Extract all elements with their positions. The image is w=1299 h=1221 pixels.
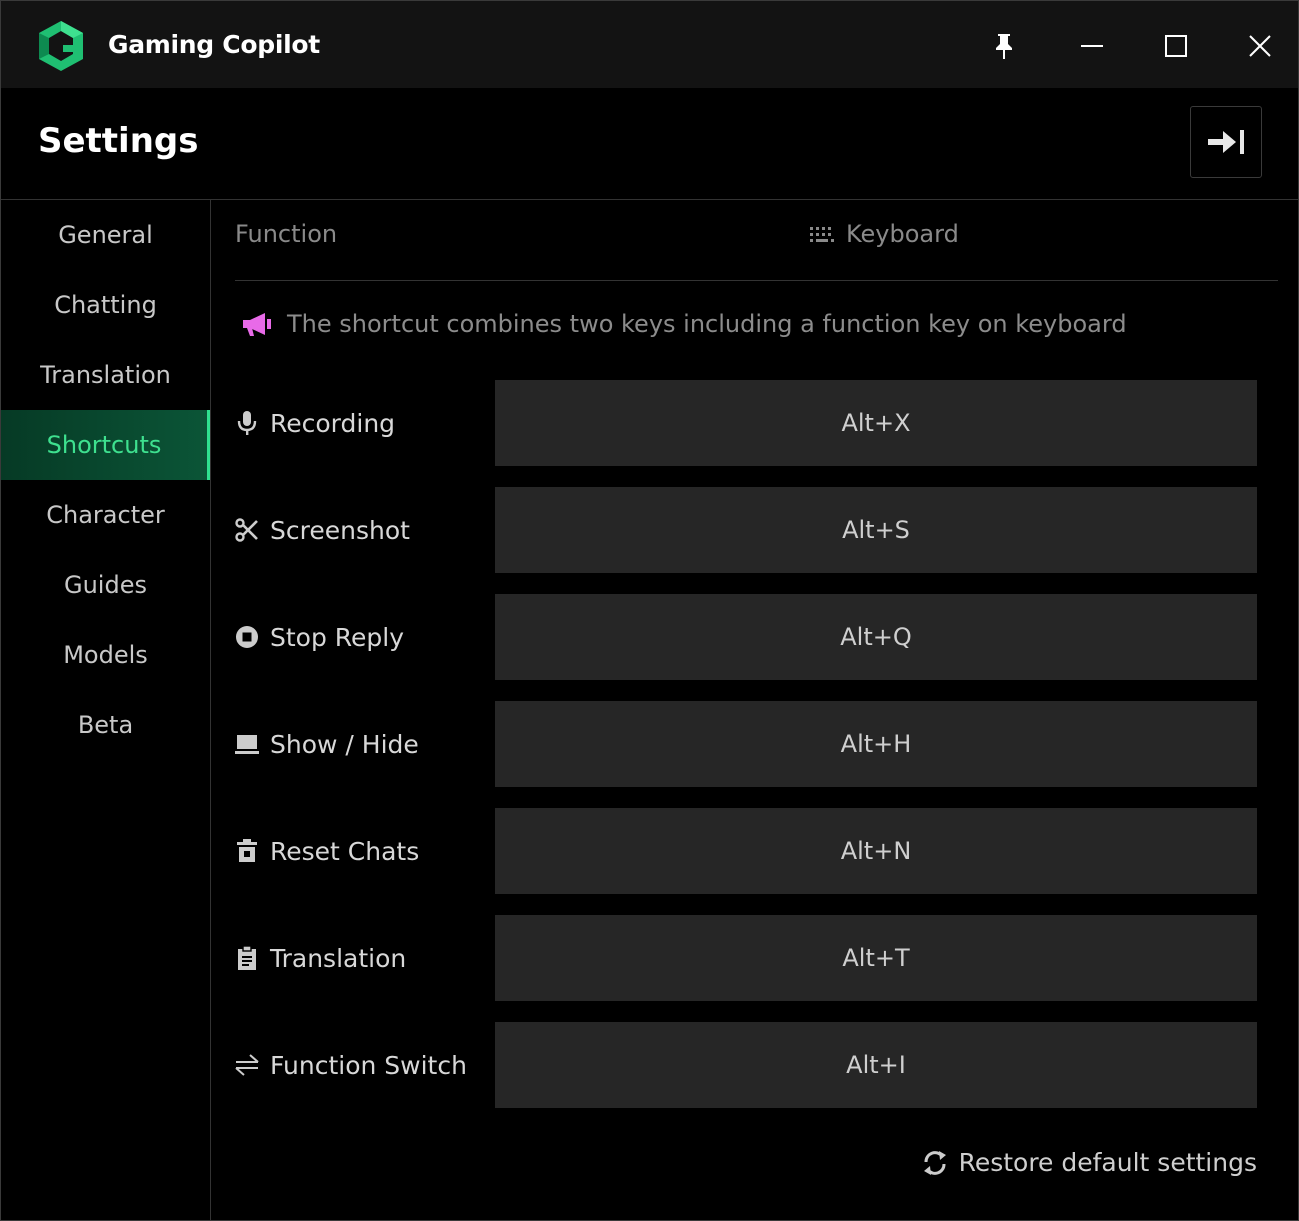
page-title: Settings xyxy=(38,121,199,161)
maximize-icon xyxy=(1165,35,1187,57)
restore-defaults-label: Restore default settings xyxy=(958,1148,1257,1177)
keyboard-column-header: Keyboard xyxy=(809,220,959,248)
megaphone-icon xyxy=(243,313,271,336)
shortcut-label-text: Reset Chats xyxy=(270,836,420,866)
shortcut-key-screenshot[interactable]: Alt+S xyxy=(495,487,1257,573)
shortcut-key-show-hide[interactable]: Alt+H xyxy=(495,701,1257,787)
sidebar-item-character[interactable]: Character xyxy=(1,480,210,550)
restore-defaults-button[interactable]: Restore default settings xyxy=(922,1148,1257,1177)
scissors-icon xyxy=(235,518,259,542)
shortcut-label-text: Screenshot xyxy=(270,515,410,545)
sidebar-item-models[interactable]: Models xyxy=(1,620,210,690)
shortcut-label-text: Translation xyxy=(270,943,407,973)
shortcuts-panel: Function Keyboard The shortcut combines … xyxy=(211,200,1298,1220)
minimize-button[interactable] xyxy=(1069,23,1115,69)
shortcut-key-stop-reply[interactable]: Alt+Q xyxy=(495,594,1257,680)
maximize-button[interactable] xyxy=(1153,23,1199,69)
shortcut-label-text: Function Switch xyxy=(270,1050,467,1080)
shortcut-label-translation: Translation xyxy=(235,915,406,1001)
shortcut-label-text: Show / Hide xyxy=(270,729,419,759)
sidebar-item-guides[interactable]: Guides xyxy=(1,550,210,620)
laptop-icon xyxy=(235,732,259,756)
minimize-icon xyxy=(1081,45,1103,47)
pin-button[interactable] xyxy=(981,23,1027,69)
notice-text: The shortcut combines two keys including… xyxy=(287,310,1127,338)
refresh-icon xyxy=(923,1150,946,1175)
shortcut-key-reset-chats[interactable]: Alt+N xyxy=(495,808,1257,894)
sidebar-item-general[interactable]: General xyxy=(1,200,210,270)
gaming-copilot-logo-icon xyxy=(39,21,83,71)
app-window: Gaming Copilot Settings General Chatting… xyxy=(0,0,1299,1221)
settings-sidebar: General Chatting Translation Shortcuts C… xyxy=(1,200,211,1220)
shortcut-label-function-switch: Function Switch xyxy=(235,1022,467,1108)
shortcut-label-reset-chats: Reset Chats xyxy=(235,808,419,894)
sidebar-item-translation[interactable]: Translation xyxy=(1,340,210,410)
sidebar-item-shortcuts[interactable]: Shortcuts xyxy=(1,410,210,480)
microphone-icon xyxy=(235,411,259,435)
shortcut-label-screenshot: Screenshot xyxy=(235,487,410,573)
app-title: Gaming Copilot xyxy=(108,30,320,59)
shortcut-label-show-hide: Show / Hide xyxy=(235,701,419,787)
sidebar-item-chatting[interactable]: Chatting xyxy=(1,270,210,340)
stop-circle-icon xyxy=(235,625,259,649)
clipboard-icon xyxy=(235,946,259,970)
title-bar: Gaming Copilot xyxy=(1,1,1298,88)
shortcut-label-text: Stop Reply xyxy=(270,622,405,652)
switch-arrows-icon xyxy=(235,1053,259,1077)
close-icon xyxy=(1249,35,1271,57)
shortcut-label-text: Recording xyxy=(270,408,396,438)
shortcut-label-recording: Recording xyxy=(235,380,395,466)
shortcut-key-translation[interactable]: Alt+T xyxy=(495,915,1257,1001)
shortcut-label-stop-reply: Stop Reply xyxy=(235,594,404,680)
close-button[interactable] xyxy=(1237,23,1283,69)
settings-header: Settings xyxy=(1,88,1298,200)
keyboard-header-label: Keyboard xyxy=(846,220,959,248)
keyboard-icon xyxy=(810,227,834,242)
pin-icon xyxy=(996,34,1012,59)
shortcut-key-function-switch[interactable]: Alt+I xyxy=(495,1022,1257,1108)
shortcut-key-recording[interactable]: Alt+X xyxy=(495,380,1257,466)
function-column-header: Function xyxy=(235,220,338,248)
collapse-panel-button[interactable] xyxy=(1190,106,1262,178)
trash-icon xyxy=(235,839,259,863)
header-divider xyxy=(235,280,1278,281)
sidebar-item-beta[interactable]: Beta xyxy=(1,690,210,760)
arrow-to-right-icon xyxy=(1208,130,1244,154)
shortcut-notice: The shortcut combines two keys including… xyxy=(241,310,1127,338)
